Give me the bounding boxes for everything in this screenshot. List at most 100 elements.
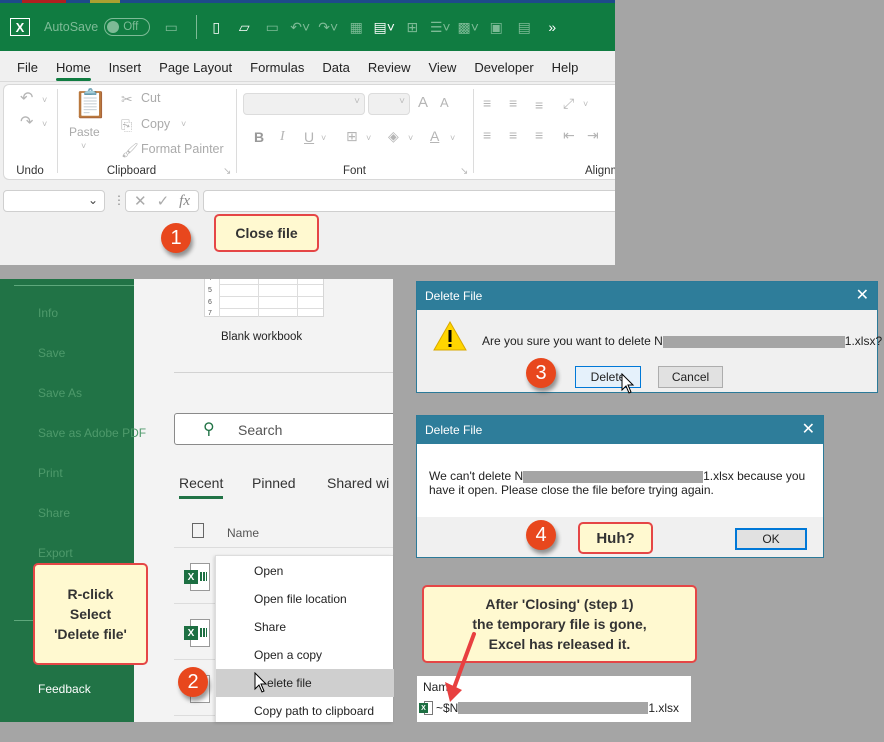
paste-picture-icon[interactable]: ▣: [485, 15, 507, 39]
new-file-icon[interactable]: ▯: [205, 15, 227, 39]
undo-icon[interactable]: ↶˅: [289, 15, 311, 39]
tab-file[interactable]: File: [8, 60, 47, 81]
menu-item-copy-path[interactable]: Copy path to clipboard: [216, 697, 394, 725]
format-painter-label[interactable]: Format Painter: [141, 142, 224, 156]
copy-icon[interactable]: ⎘: [121, 117, 132, 133]
align-bottom-icon[interactable]: ≡: [535, 97, 543, 113]
nav-feedback[interactable]: Feedback: [38, 682, 91, 696]
nav-save[interactable]: Save: [38, 346, 65, 360]
form-icon[interactable]: ▤˅: [373, 15, 395, 39]
copy-dropdown-icon[interactable]: ˅: [181, 119, 186, 129]
undo-dropdown-icon[interactable]: ˅: [42, 95, 47, 105]
tab-shared[interactable]: Shared wi: [327, 475, 389, 491]
alignment-group-label: Alignm: [585, 165, 615, 177]
name-column-header[interactable]: Name: [227, 526, 259, 540]
nav-share[interactable]: Share: [38, 506, 70, 520]
nav-save-as[interactable]: Save As: [38, 386, 82, 400]
nav-info[interactable]: Info: [38, 306, 58, 320]
row-number: 6: [208, 299, 212, 306]
tab-recent[interactable]: Recent: [179, 475, 224, 499]
blank-workbook-label[interactable]: Blank workbook: [221, 331, 302, 343]
tab-review[interactable]: Review: [359, 60, 420, 81]
font-color-dropdown-icon[interactable]: ˅: [450, 133, 455, 143]
table-icon[interactable]: ▦: [345, 15, 367, 39]
align-top-icon[interactable]: ≡: [483, 95, 491, 111]
formula-bar-grip[interactable]: ⋮: [113, 193, 125, 207]
grow-font-icon[interactable]: A: [418, 95, 428, 111]
insert-row-icon[interactable]: ☰˅: [429, 15, 451, 39]
freeze-panes-icon[interactable]: ▩˅: [457, 15, 479, 39]
redo-icon[interactable]: ↷: [20, 115, 33, 131]
menu-item-open[interactable]: Open: [216, 557, 394, 585]
close-icon[interactable]: ✕: [802, 416, 815, 444]
bold-icon[interactable]: B: [254, 129, 264, 145]
nav-save-as-pdf[interactable]: Save as Adobe PDF: [38, 426, 146, 440]
cancel-button[interactable]: Cancel: [658, 366, 723, 388]
tab-help[interactable]: Help: [543, 60, 588, 81]
paste-label[interactable]: Paste: [69, 125, 100, 139]
align-middle-icon[interactable]: ≡: [509, 95, 517, 111]
autosave-toggle[interactable]: Off: [104, 18, 151, 36]
tab-data[interactable]: Data: [313, 60, 358, 81]
formula-input[interactable]: [203, 190, 615, 212]
tab-view[interactable]: View: [419, 60, 465, 81]
cut-label[interactable]: Cut: [141, 91, 160, 105]
redo-icon[interactable]: ↷˅: [317, 15, 339, 39]
fill-color-icon[interactable]: ◈: [388, 128, 399, 144]
decrease-indent-icon[interactable]: ⇤: [563, 127, 575, 143]
confirm-message: Are you sure you want to delete N 1.xlsx?: [482, 334, 882, 348]
close-icon[interactable]: ✕: [856, 282, 869, 310]
undo-icon[interactable]: ↶: [20, 91, 33, 107]
format-painter-icon[interactable]: 🖌: [121, 142, 139, 158]
italic-icon[interactable]: I: [280, 129, 285, 145]
menu-item-open-a-copy[interactable]: Open a copy: [216, 641, 394, 669]
save-icon[interactable]: ▭: [160, 15, 182, 39]
increase-indent-icon[interactable]: ⇥: [587, 127, 599, 143]
insert-column-icon[interactable]: ⊞: [401, 15, 423, 39]
font-size-combo[interactable]: ˅: [368, 93, 410, 115]
print-preview-icon[interactable]: ▤: [513, 15, 535, 39]
open-folder-icon[interactable]: ▱: [233, 15, 255, 39]
align-center-icon[interactable]: ≡: [509, 127, 517, 143]
font-color-icon[interactable]: A: [430, 128, 439, 144]
borders-icon[interactable]: ⊞: [346, 128, 358, 144]
cut-icon[interactable]: ✂: [121, 91, 133, 107]
underline-icon[interactable]: U: [304, 129, 314, 145]
font-launcher-icon[interactable]: ↘: [460, 166, 468, 177]
tab-home[interactable]: Home: [47, 60, 100, 81]
blank-workbook-thumbnail[interactable]: 4 5 6 7: [204, 279, 324, 317]
redo-dropdown-icon[interactable]: ˅: [42, 119, 47, 129]
save-as-icon[interactable]: ▭: [261, 15, 283, 39]
copy-label[interactable]: Copy: [141, 117, 170, 131]
tab-insert[interactable]: Insert: [100, 60, 151, 81]
more-commands-icon[interactable]: »: [541, 15, 563, 39]
tab-developer[interactable]: Developer: [465, 60, 542, 81]
underline-dropdown-icon[interactable]: ˅: [321, 133, 326, 143]
align-left-icon[interactable]: ≡: [483, 127, 491, 143]
menu-item-share[interactable]: Share: [216, 613, 394, 641]
paste-icon[interactable]: 📋: [73, 89, 108, 119]
nav-export[interactable]: Export: [38, 546, 73, 560]
shrink-font-icon[interactable]: A: [440, 95, 449, 111]
orientation-dropdown-icon[interactable]: ˅: [583, 99, 588, 109]
tab-pinned[interactable]: Pinned: [252, 475, 296, 491]
confirm-entry-icon[interactable]: ✓: [157, 192, 170, 210]
borders-dropdown-icon[interactable]: ˅: [366, 133, 371, 143]
align-right-icon[interactable]: ≡: [535, 127, 543, 143]
clipboard-launcher-icon[interactable]: ↘: [223, 166, 231, 177]
nav-print[interactable]: Print: [38, 466, 63, 480]
ok-button[interactable]: OK: [735, 528, 807, 550]
orientation-icon[interactable]: ⤢: [563, 95, 574, 111]
paste-dropdown-icon[interactable]: ˅: [81, 141, 86, 151]
font-name-combo[interactable]: ˅: [243, 93, 365, 115]
name-box[interactable]: ⌄: [3, 190, 105, 212]
mouse-cursor-icon: [254, 672, 268, 693]
cancel-entry-icon[interactable]: ✕: [134, 192, 147, 210]
tab-formulas[interactable]: Formulas: [241, 60, 313, 81]
search-input[interactable]: ⚲ Search: [174, 413, 393, 445]
menu-item-delete-file[interactable]: elete file: [216, 669, 394, 697]
menu-item-open-file-location[interactable]: Open file location: [216, 585, 394, 613]
fill-dropdown-icon[interactable]: ˅: [408, 133, 413, 143]
insert-function-icon[interactable]: fx: [179, 193, 190, 210]
tab-page-layout[interactable]: Page Layout: [150, 60, 241, 81]
